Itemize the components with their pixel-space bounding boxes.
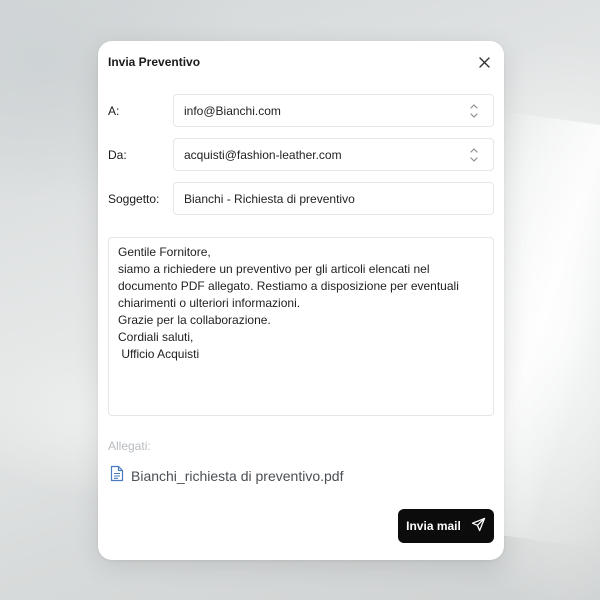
message-line: documento PDF allegato. Restiamo a dispo…	[118, 279, 459, 293]
subject-input[interactable]: Bianchi - Richiesta di preventivo	[173, 182, 494, 215]
attachment-item[interactable]: Bianchi_richiesta di preventivo.pdf	[110, 465, 343, 487]
to-value: info@Bianchi.com	[184, 103, 281, 118]
message-line: Cordiali saluti,	[118, 330, 194, 344]
message-body-textarea[interactable]: Gentile Fornitore, siamo a richiedere un…	[108, 237, 494, 416]
send-mail-label: Invia mail	[406, 519, 461, 533]
send-quote-dialog: Invia Preventivo A: info@Bianchi.com Da:…	[98, 41, 504, 560]
subject-value: Bianchi - Richiesta di preventivo	[184, 191, 355, 206]
pdf-file-icon	[110, 465, 124, 487]
close-icon[interactable]	[476, 54, 492, 70]
chevron-up-down-icon	[467, 101, 481, 121]
message-line: Gentile Fornitore,	[118, 245, 211, 259]
attachments-label: Allegati:	[108, 439, 151, 453]
send-mail-button[interactable]: Invia mail	[398, 509, 494, 543]
attachment-filename: Bianchi_richiesta di preventivo.pdf	[131, 468, 344, 484]
message-line: Ufficio Acquisti	[118, 347, 200, 361]
dialog-title: Invia Preventivo	[108, 55, 201, 69]
message-line: Grazie per la collaborazione.	[118, 313, 271, 327]
from-select[interactable]: acquisti@fashion-leather.com	[173, 138, 494, 171]
message-line: siamo a richiedere un preventivo per gli…	[118, 262, 430, 276]
to-select[interactable]: info@Bianchi.com	[173, 94, 494, 127]
chevron-up-down-icon	[467, 145, 481, 165]
from-value: acquisti@fashion-leather.com	[184, 147, 342, 162]
to-label: A:	[108, 104, 120, 118]
subject-label: Soggetto:	[108, 192, 160, 206]
paper-plane-icon	[471, 517, 486, 535]
from-label: Da:	[108, 148, 127, 162]
message-line: chiarimenti o ulteriori informazioni.	[118, 296, 301, 310]
